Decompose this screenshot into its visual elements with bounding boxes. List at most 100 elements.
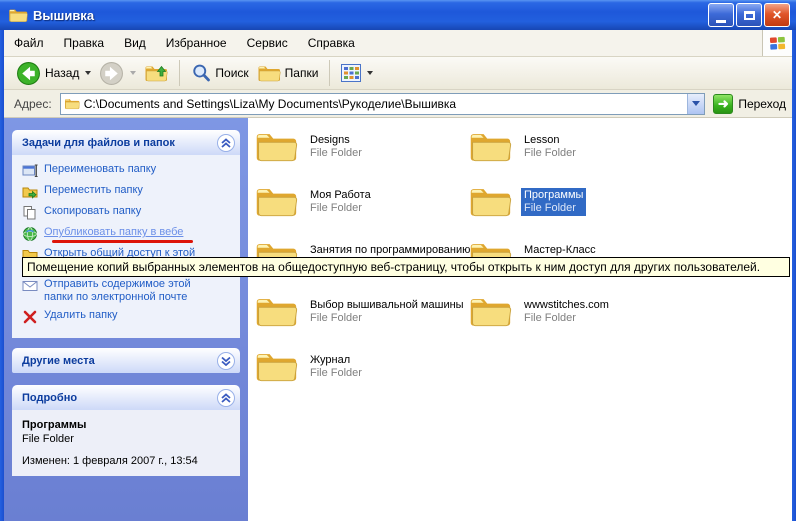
maximize-icon	[744, 11, 755, 20]
task-copy-folder[interactable]: Скопировать папку	[22, 205, 234, 221]
menu-file[interactable]: Файл	[4, 30, 54, 56]
folder-tile-vybor-mashiny[interactable]: Выбор вышивальной машины File Folder	[254, 293, 468, 348]
close-icon: ✕	[772, 8, 782, 22]
menu-tools[interactable]: Сервис	[237, 30, 298, 56]
folder-name: Занятия по программированию	[310, 244, 470, 257]
folder-name: Моя Работа	[310, 189, 371, 202]
views-button[interactable]	[337, 64, 377, 82]
window-border-right	[792, 0, 796, 521]
folder-icon	[254, 183, 298, 219]
folder-type: File Folder	[310, 147, 362, 160]
other-places-title: Другие места	[22, 355, 95, 367]
back-dropdown-icon	[85, 71, 91, 75]
task-label: Переименовать папку	[44, 163, 156, 176]
views-dropdown-icon	[367, 71, 373, 75]
file-tasks-header[interactable]: Задачи для файлов и папок	[12, 130, 240, 155]
folder-name: Журнал	[310, 354, 362, 367]
folder-type: File Folder	[310, 202, 371, 215]
window-title: Вышивка	[33, 8, 708, 23]
window-folder-icon[interactable]	[8, 6, 28, 24]
menu-edit[interactable]: Правка	[54, 30, 115, 56]
folder-icon	[468, 128, 512, 164]
folder-icon	[254, 348, 298, 384]
publish-web-icon	[22, 226, 38, 242]
address-value[interactable]: C:\Documents and Settings\Liza\My Docume…	[84, 97, 688, 111]
collapse-button[interactable]	[217, 134, 235, 152]
task-rename-folder[interactable]: Переименовать папку	[22, 163, 234, 179]
back-button[interactable]: Назад	[12, 61, 95, 86]
folder-tile-programmy-selected[interactable]: Программы File Folder	[468, 183, 784, 238]
up-folder-icon	[144, 62, 168, 84]
folder-name: Программы	[524, 189, 583, 202]
task-label: Скопировать папку	[44, 205, 141, 218]
task-label: Удалить папку	[44, 309, 118, 322]
title-bar: Вышивка ✕	[0, 0, 796, 30]
menu-favorites[interactable]: Избранное	[156, 30, 237, 56]
menu-help[interactable]: Справка	[298, 30, 365, 56]
folder-name: Lesson	[524, 134, 576, 147]
maximize-button[interactable]	[736, 3, 762, 27]
folder-type: File Folder	[310, 367, 362, 380]
details-item-modified: Изменен: 1 февраля 2007 г., 13:54	[22, 455, 230, 467]
close-button[interactable]: ✕	[764, 3, 790, 27]
task-label: Опубликовать папку в вебе	[44, 226, 183, 239]
task-label: Отправить содержимое этой папки по элект…	[44, 278, 220, 304]
details-header[interactable]: Подробно	[12, 385, 240, 410]
folder-icon	[254, 128, 298, 164]
details-item-type: File Folder	[22, 433, 230, 445]
folder-tile-lesson[interactable]: Lesson File Folder	[468, 128, 784, 183]
folder-icon	[254, 293, 298, 329]
other-places-panel: Другие места	[12, 348, 240, 373]
back-icon	[16, 61, 41, 86]
folder-name: wwwstitches.com	[524, 299, 609, 312]
address-combobox[interactable]: C:\Documents and Settings\Liza\My Docume…	[60, 93, 706, 115]
red-underline-annotation	[52, 240, 193, 243]
minimize-icon	[716, 20, 726, 23]
folders-label: Папки	[285, 66, 319, 80]
task-email-folder[interactable]: Отправить содержимое этой папки по элект…	[22, 278, 234, 304]
windows-flag-icon	[769, 36, 786, 51]
delete-icon	[22, 309, 38, 325]
chevron-double-up-icon	[221, 138, 231, 148]
up-button[interactable]	[140, 62, 172, 84]
task-delete-folder[interactable]: Удалить папку	[22, 309, 234, 325]
content-area: Задачи для файлов и папок	[4, 118, 792, 521]
windows-logo	[762, 30, 792, 56]
search-label: Поиск	[215, 66, 248, 80]
window-border-left	[0, 0, 4, 521]
details-title: Подробно	[22, 392, 77, 404]
chevron-down-icon	[692, 101, 700, 106]
go-button[interactable]: ➜	[713, 94, 733, 114]
chevron-double-up-icon	[221, 393, 231, 403]
address-folder-icon	[64, 97, 80, 110]
folder-type: File Folder	[524, 147, 576, 160]
go-arrow-icon: ➜	[718, 96, 729, 112]
chevron-double-down-icon	[221, 356, 231, 366]
folder-type: File Folder	[524, 202, 583, 215]
forward-button[interactable]	[95, 61, 140, 86]
folders-button[interactable]: Папки	[253, 63, 323, 83]
expand-button[interactable]	[217, 352, 235, 370]
folder-tile-zhurnal[interactable]: Журнал File Folder	[254, 348, 468, 403]
minimize-button[interactable]	[708, 3, 734, 27]
folder-name: Выбор вышивальной машины	[310, 299, 464, 312]
search-icon	[191, 63, 211, 83]
address-dropdown-button[interactable]	[687, 94, 704, 114]
folder-type: File Folder	[310, 312, 464, 325]
go-label: Переход	[738, 97, 786, 111]
folder-tile-wwwstitches[interactable]: wwwstitches.com File Folder	[468, 293, 784, 348]
move-folder-icon	[22, 184, 38, 200]
search-button[interactable]: Поиск	[187, 63, 252, 83]
task-move-folder[interactable]: Переместить папку	[22, 184, 234, 200]
collapse-button[interactable]	[217, 389, 235, 407]
address-bar: Адрес: C:\Documents and Settings\Liza\My…	[4, 90, 792, 118]
details-panel: Подробно Программы File Folder Изменен: …	[12, 385, 240, 476]
forward-icon	[99, 61, 124, 86]
folder-tile-moya-rabota[interactable]: Моя Работа File Folder	[254, 183, 468, 238]
folder-tile-designs[interactable]: Designs File Folder	[254, 128, 468, 183]
menu-bar: Файл Правка Вид Избранное Сервис Справка	[4, 30, 792, 57]
other-places-header[interactable]: Другие места	[12, 348, 240, 373]
menu-view[interactable]: Вид	[114, 30, 156, 56]
explorer-window: Вышивка ✕ Файл Правка Вид Избранное Серв…	[0, 0, 796, 521]
back-label: Назад	[45, 66, 79, 80]
